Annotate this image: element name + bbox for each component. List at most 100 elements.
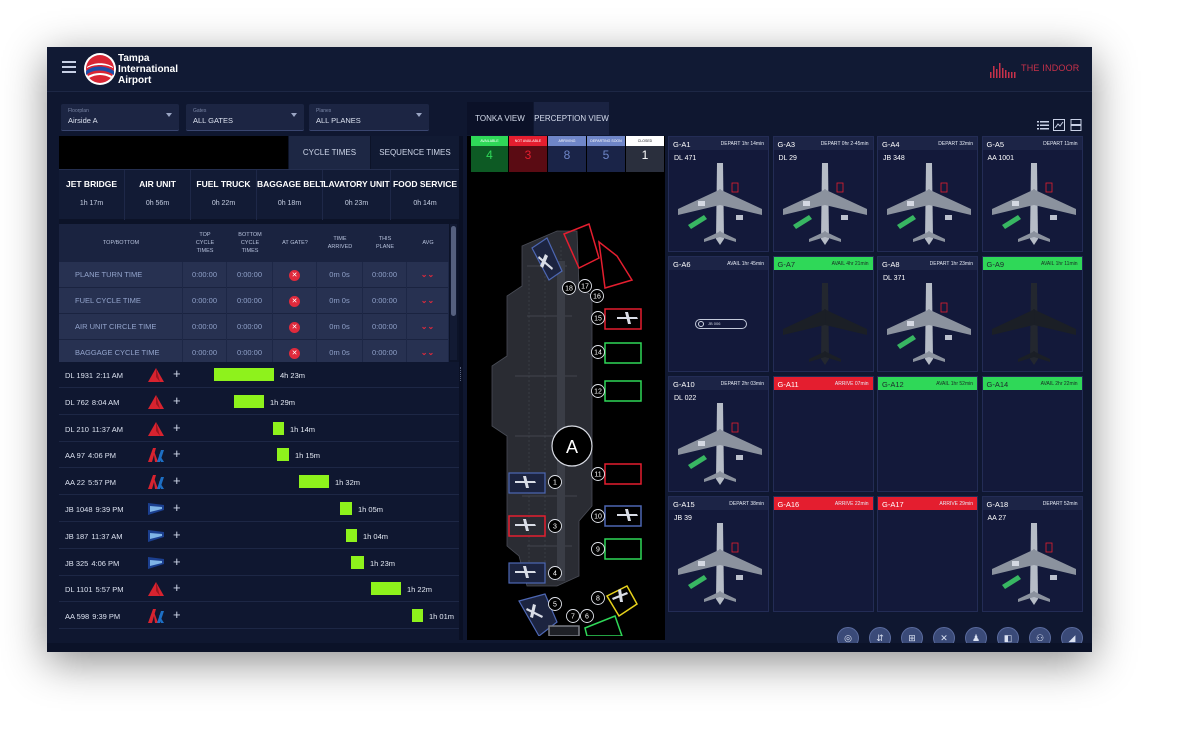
gate-marker-5[interactable]: 5: [548, 597, 562, 611]
add-flight-button[interactable]: +: [173, 580, 181, 596]
gate-card[interactable]: G-A15 DEPART 38min JB 39: [668, 496, 769, 612]
flight-search-pill[interactable]: JB 006: [695, 319, 747, 329]
flight-row[interactable]: AA 97 4:06 PM +1h 15m: [59, 442, 459, 469]
duration-bar[interactable]: [371, 582, 401, 596]
gate-marker-6[interactable]: 6: [580, 609, 594, 623]
gate-marker-14[interactable]: 14: [591, 345, 605, 359]
duration-bar[interactable]: [277, 448, 289, 462]
flight-time: 9:39 PM: [92, 612, 121, 622]
gate-marker-17[interactable]: 17: [578, 279, 592, 293]
status-count[interactable]: CLOSED 1: [626, 136, 664, 172]
chevron-down-icon[interactable]: ⌄⌄: [421, 348, 434, 357]
flight-row[interactable]: DL 1101 5:57 PM +1h 22m: [59, 576, 459, 603]
gate-card[interactable]: G-A7 AVAIL 4hr 21min: [772, 256, 874, 372]
add-flight-button[interactable]: +: [173, 446, 181, 462]
tab-sequence-times[interactable]: SEQUENCE TIMES: [370, 136, 459, 169]
status-count[interactable]: NOT AVAILABLE 3: [509, 136, 547, 172]
tab-perception-view[interactable]: PERCEPTION VIEW: [534, 102, 609, 135]
duration-bar[interactable]: [412, 609, 423, 623]
gate-pad-11[interactable]: [604, 463, 642, 485]
table-row[interactable]: FUEL CYCLE TIME 0:00:00 0:00:00 ✕ 0m 0s 0:00:…: [59, 288, 449, 314]
gate-marker-4[interactable]: 4: [548, 566, 562, 580]
gate-marker-15[interactable]: 15: [591, 311, 605, 325]
duration-bar[interactable]: [346, 528, 357, 542]
panel-divider[interactable]: [459, 136, 463, 640]
gate-marker-1[interactable]: 1: [548, 475, 562, 489]
duration-bar[interactable]: [234, 394, 264, 408]
chevron-down-icon[interactable]: ⌄⌄: [421, 296, 434, 305]
gate-card[interactable]: G-A5 DEPART 11min AA 1001: [981, 136, 1083, 252]
gate-card[interactable]: G-A3 DEPART 0hr 2-45min DL 29: [772, 136, 874, 252]
planes-dropdown[interactable]: Planes ALL PLANES: [309, 104, 429, 131]
gate-pad-12[interactable]: [604, 380, 642, 402]
gate-card[interactable]: G-A11 ARRIVE 07min: [772, 376, 874, 492]
add-flight-button[interactable]: +: [173, 500, 181, 516]
flight-row[interactable]: DL 1931 2:11 AM +4h 23m: [59, 362, 459, 388]
flight-row[interactable]: DL 762 8:04 AM +1h 29m: [59, 389, 459, 415]
gate-card[interactable]: G-A9 AVAIL 1hr 11min: [981, 256, 1083, 372]
gate-marker-10[interactable]: 10: [591, 509, 605, 523]
tab-tonka-view[interactable]: TONKA VIEW: [467, 102, 533, 135]
table-row[interactable]: PLANE TURN TIME 0:00:00 0:00:00 ✕ 0m 0s 0:00:…: [59, 262, 449, 288]
chevron-down-icon[interactable]: ⌄⌄: [421, 322, 434, 331]
gate-pad-14[interactable]: [604, 342, 642, 364]
gate-card[interactable]: G-A18 DEPART 52min AA 27: [981, 496, 1083, 612]
gate-marker-12[interactable]: 12: [591, 384, 605, 398]
gate-marker-18[interactable]: 18: [562, 281, 576, 295]
gates-dropdown[interactable]: Gates ALL GATES: [186, 104, 304, 131]
concourse-map[interactable]: A 18 17161514121110987 65431: [467, 176, 665, 636]
status-count[interactable]: ARRIVING 8: [548, 136, 586, 172]
gate-pad-16[interactable]: [598, 240, 634, 289]
status-count[interactable]: AVAILABLE 4: [471, 136, 508, 172]
tab-cycle-times[interactable]: CYCLE TIMES: [288, 136, 370, 169]
gate-marker-11[interactable]: 11: [591, 467, 605, 481]
gate-card[interactable]: G-A1 DEPART 1hr 14min DL 471: [668, 136, 769, 252]
flight-row[interactable]: AA 22 5:57 PM +1h 32m: [59, 469, 459, 496]
duration-bar[interactable]: [273, 421, 284, 435]
gate-card[interactable]: G-A4 DEPART 32min JB 348: [877, 136, 978, 252]
table-row[interactable]: AIR UNIT CIRCLE TIME 0:00:00 0:00:00 ✕ 0m 0s…: [59, 314, 449, 340]
flight-row[interactable]: JB 187 11:37 AM +1h 04m: [59, 523, 459, 549]
divider-grip-icon[interactable]: [460, 367, 462, 381]
list-view-icon[interactable]: [1037, 119, 1049, 131]
gate-marker-16[interactable]: 16: [590, 289, 604, 303]
gate-pad-9[interactable]: [604, 538, 642, 560]
add-flight-button[interactable]: +: [173, 473, 181, 489]
table-scrollbar[interactable]: [450, 224, 457, 360]
gate-pad-6[interactable]: [548, 625, 580, 636]
gate-card[interactable]: G-A12 AVAIL 1hr 52min: [877, 376, 978, 492]
gate-marker-7[interactable]: 7: [566, 609, 580, 623]
gate-card[interactable]: G-A6 AVAIL 1hr 45min JB 006: [668, 256, 769, 372]
duration-bar[interactable]: [340, 502, 352, 515]
duration-bar[interactable]: [351, 555, 364, 569]
gate-card[interactable]: G-A17 ARRIVE 29min: [877, 496, 978, 612]
add-flight-button[interactable]: +: [173, 393, 181, 409]
gate-card[interactable]: G-A16 ARRIVE 22min: [772, 496, 874, 612]
split-view-icon[interactable]: [1070, 119, 1082, 131]
map-view-icon[interactable]: [1053, 119, 1065, 131]
flight-row[interactable]: JB 1048 9:39 PM +1h 05m: [59, 496, 459, 522]
add-flight-button[interactable]: +: [173, 420, 181, 436]
gate-card[interactable]: G-A8 DEPART 1hr 23min DL 371: [877, 256, 978, 372]
avg-expand[interactable]: ⌄⌄: [407, 262, 449, 288]
avg-expand[interactable]: ⌄⌄: [407, 288, 449, 314]
gate-marker-8[interactable]: 8: [591, 591, 605, 605]
avg-expand[interactable]: ⌄⌄: [407, 314, 449, 340]
chevron-down-icon[interactable]: ⌄⌄: [421, 270, 434, 279]
add-flight-button[interactable]: +: [173, 366, 181, 382]
add-flight-button[interactable]: +: [173, 607, 181, 623]
gate-marker-9[interactable]: 9: [591, 542, 605, 556]
gate-card[interactable]: G-A14 AVAIL 2hr 22min: [981, 376, 1083, 492]
gate-marker-3[interactable]: 3: [548, 519, 562, 533]
duration-bar[interactable]: [214, 368, 274, 381]
floorplan-dropdown[interactable]: Floorplan Airside A: [61, 104, 179, 131]
duration-bar[interactable]: [299, 475, 329, 489]
menu-icon[interactable]: [62, 61, 76, 73]
flight-row[interactable]: AA 598 9:39 PM +1h 01m: [59, 603, 459, 630]
flight-row[interactable]: DL 210 11:37 AM +1h 14m: [59, 416, 459, 442]
add-flight-button[interactable]: +: [173, 554, 181, 570]
gate-card[interactable]: G-A10 DEPART 2hr 03min DL 022: [668, 376, 769, 492]
status-count[interactable]: DEPARTING SOON 5: [587, 136, 625, 172]
flight-row[interactable]: JB 325 4:06 PM +1h 23m: [59, 550, 459, 576]
add-flight-button[interactable]: +: [173, 527, 181, 543]
